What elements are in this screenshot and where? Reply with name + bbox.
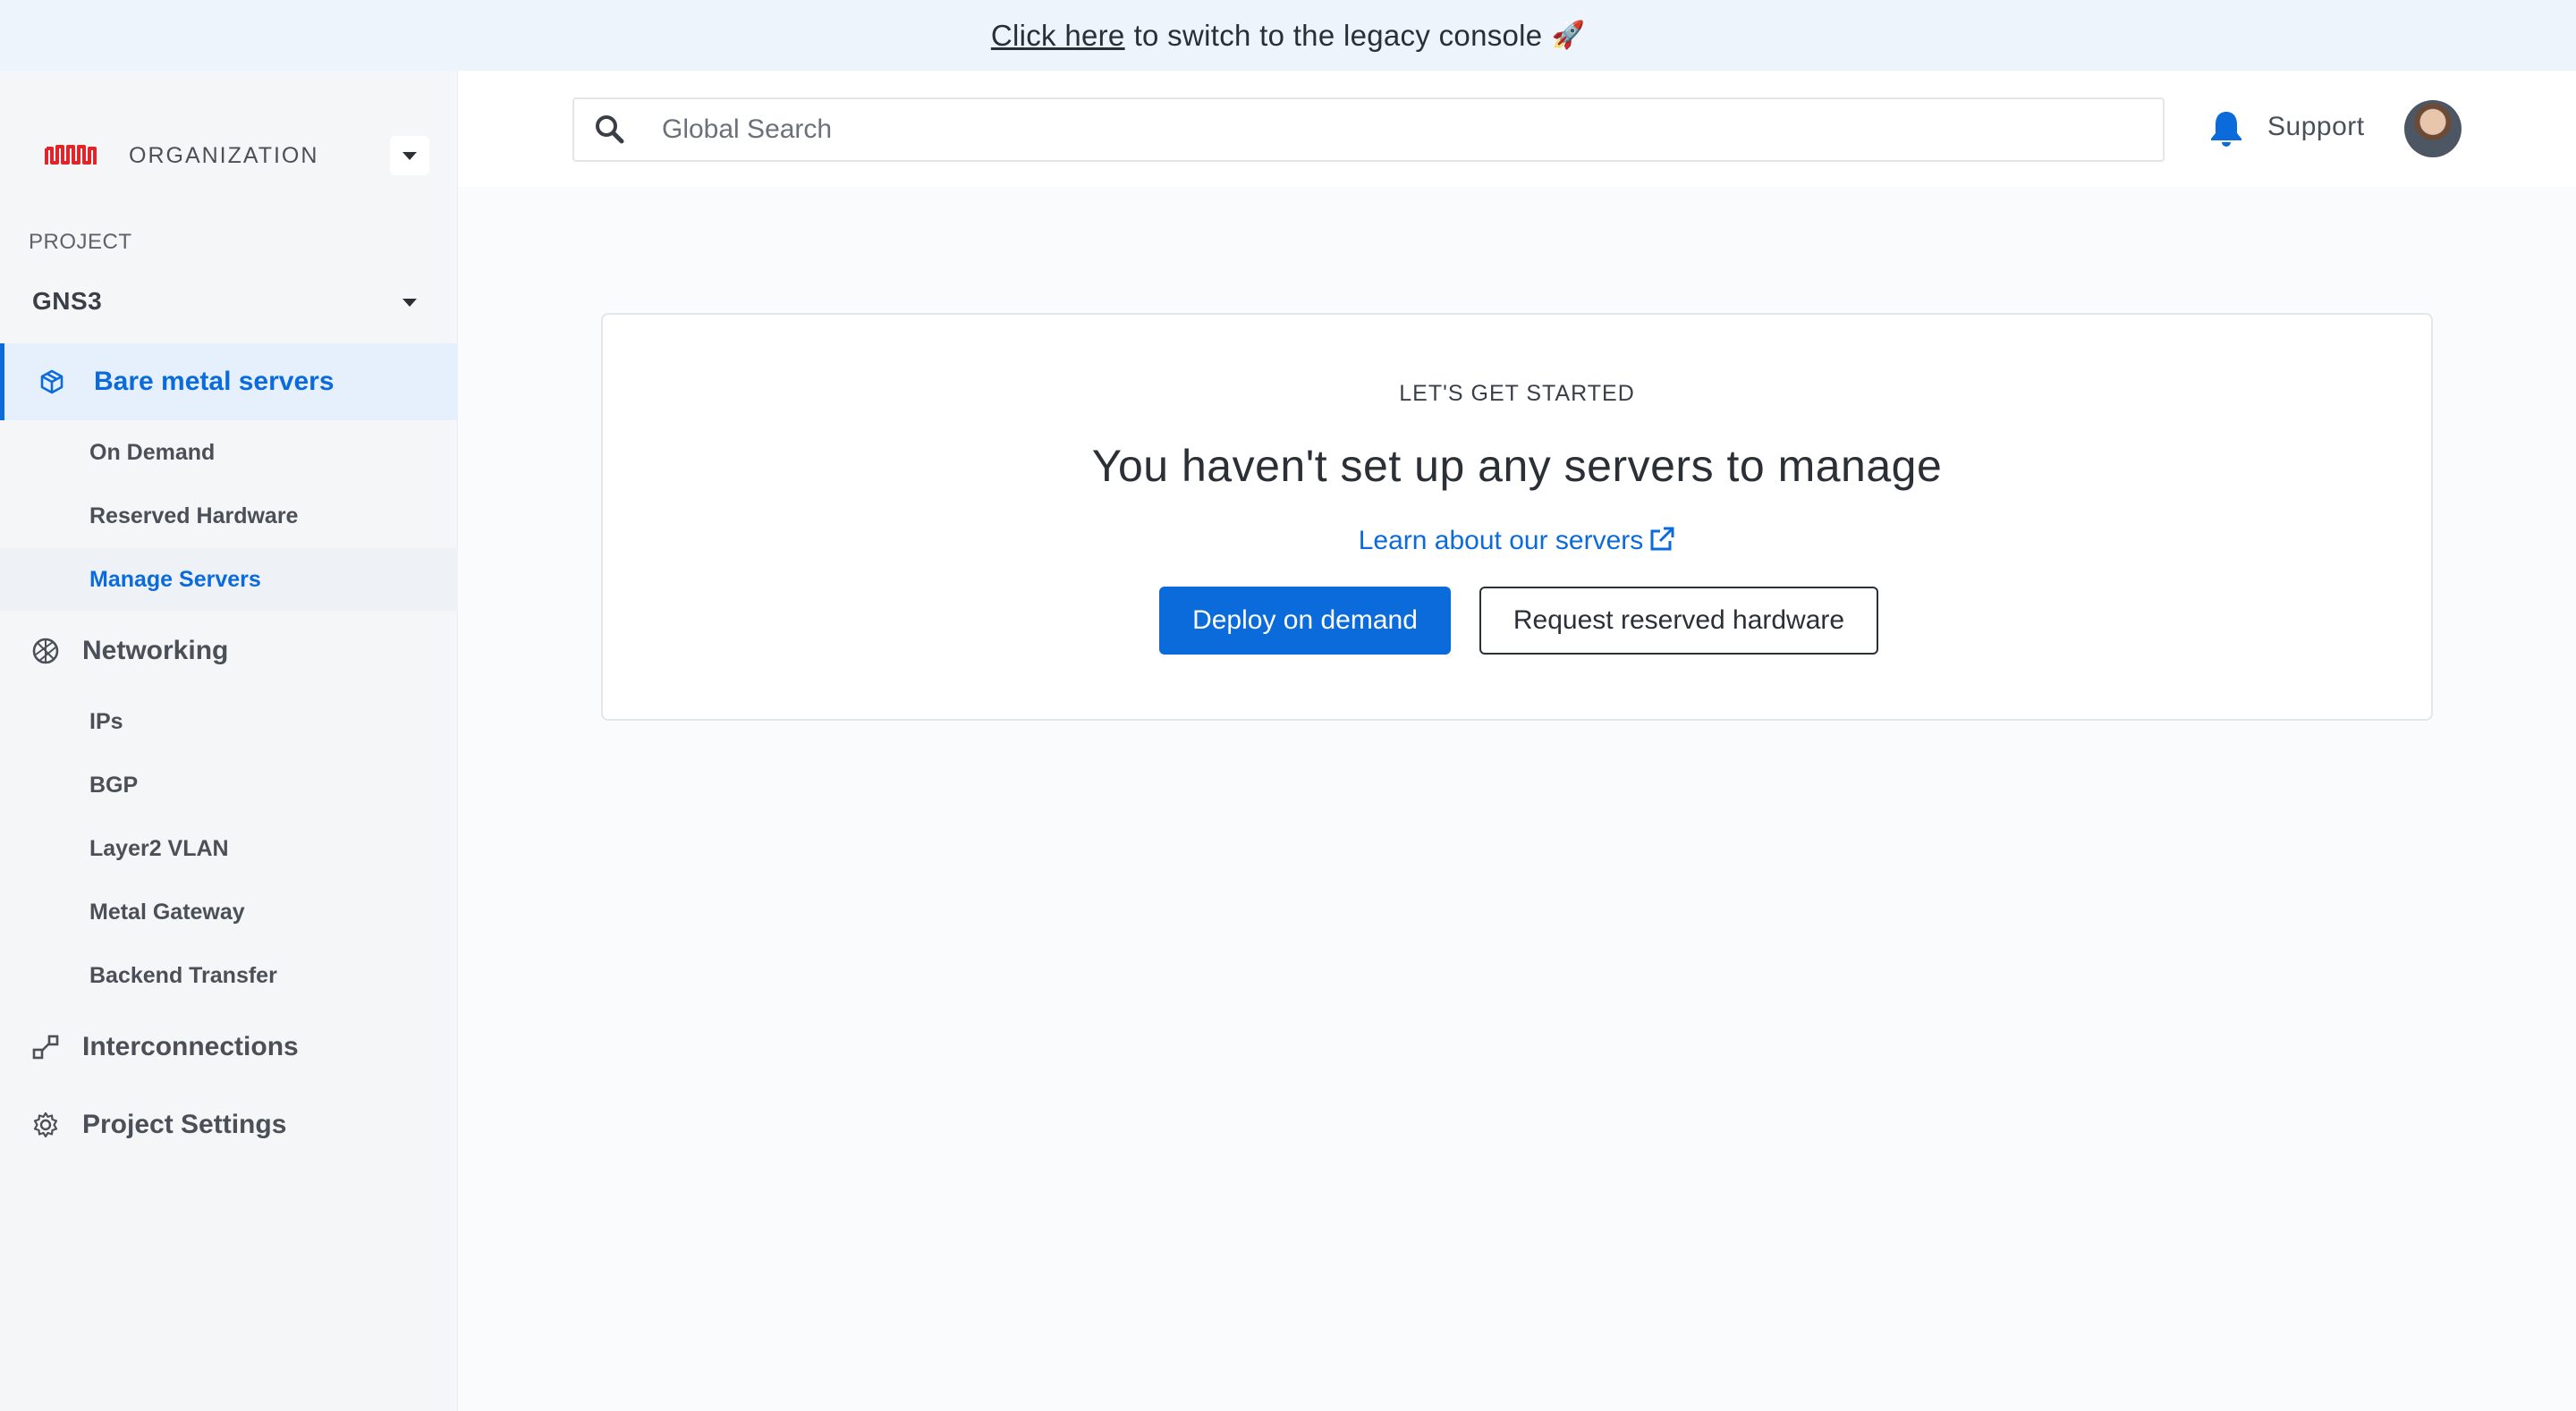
sidebar-item-backend-transfer[interactable]: Backend Transfer bbox=[0, 944, 458, 1007]
top-header: Support bbox=[458, 71, 2576, 187]
sidebar-item-layer2-vlan[interactable]: Layer2 VLAN bbox=[0, 817, 458, 880]
avatar[interactable] bbox=[2404, 100, 2462, 157]
support-link[interactable]: Support bbox=[2267, 112, 2365, 142]
search-icon bbox=[596, 115, 624, 144]
empty-state-card: LET'S GET STARTED You haven't set up any… bbox=[601, 313, 2433, 721]
caret-down-icon[interactable] bbox=[402, 299, 417, 307]
empty-state-title: You haven't set up any servers to manage bbox=[1091, 441, 1943, 491]
eyebrow-text: LET'S GET STARTED bbox=[1399, 381, 1635, 406]
sidebar-item-manage-servers[interactable]: Manage Servers bbox=[0, 548, 458, 611]
cube-icon bbox=[37, 367, 67, 397]
organization-switcher[interactable]: ORGANIZATION bbox=[43, 124, 429, 187]
nav-interconnections[interactable]: Interconnections bbox=[0, 1009, 458, 1086]
nav-bare-metal-servers[interactable]: Bare metal servers bbox=[0, 343, 458, 420]
rocket-icon: 🚀 bbox=[1551, 21, 1586, 50]
nav-label: Project Settings bbox=[82, 1110, 287, 1139]
notifications-bell-icon[interactable] bbox=[2207, 108, 2246, 149]
sidebar-item-reserved-hardware[interactable]: Reserved Hardware bbox=[0, 485, 458, 547]
organization-dropdown-button[interactable] bbox=[390, 136, 429, 175]
sidebar-item-ips[interactable]: IPs bbox=[0, 690, 458, 753]
sidebar-item-metal-gateway[interactable]: Metal Gateway bbox=[0, 881, 458, 943]
legacy-console-banner: Click here to switch to the legacy conso… bbox=[0, 0, 2576, 71]
project-label: PROJECT bbox=[29, 230, 132, 254]
banner-text: to switch to the legacy console bbox=[1133, 18, 1543, 52]
deploy-on-demand-button[interactable]: Deploy on demand bbox=[1159, 587, 1451, 655]
gear-icon bbox=[30, 1110, 61, 1140]
request-reserved-hardware-button[interactable]: Request reserved hardware bbox=[1479, 587, 1878, 655]
nav-networking[interactable]: Networking bbox=[0, 613, 458, 689]
nav-label: Interconnections bbox=[82, 1032, 299, 1061]
search-input[interactable] bbox=[662, 114, 2093, 145]
nav-label: Bare metal servers bbox=[94, 367, 335, 396]
learn-servers-link[interactable]: Learn about our servers bbox=[603, 526, 2431, 556]
caret-down-icon bbox=[402, 151, 417, 160]
global-search[interactable] bbox=[572, 97, 2165, 162]
nav-label: Networking bbox=[82, 636, 229, 665]
external-link-icon bbox=[1650, 527, 1674, 551]
learn-servers-label: Learn about our servers bbox=[1358, 526, 1644, 555]
sidebar: ORGANIZATION PROJECT GNS3 Bare metal ser… bbox=[0, 71, 458, 1411]
legacy-console-link[interactable]: Click here bbox=[991, 19, 1125, 53]
sidebar-item-on-demand[interactable]: On Demand bbox=[0, 421, 458, 484]
sidebar-item-bgp[interactable]: BGP bbox=[0, 754, 458, 816]
organization-label: ORGANIZATION bbox=[129, 142, 319, 168]
nav-project-settings[interactable]: Project Settings bbox=[0, 1086, 458, 1163]
network-icon bbox=[30, 636, 61, 666]
brand-logo-icon bbox=[45, 145, 97, 165]
interconnection-icon bbox=[30, 1032, 61, 1062]
project-selector[interactable]: GNS3 bbox=[32, 287, 102, 316]
